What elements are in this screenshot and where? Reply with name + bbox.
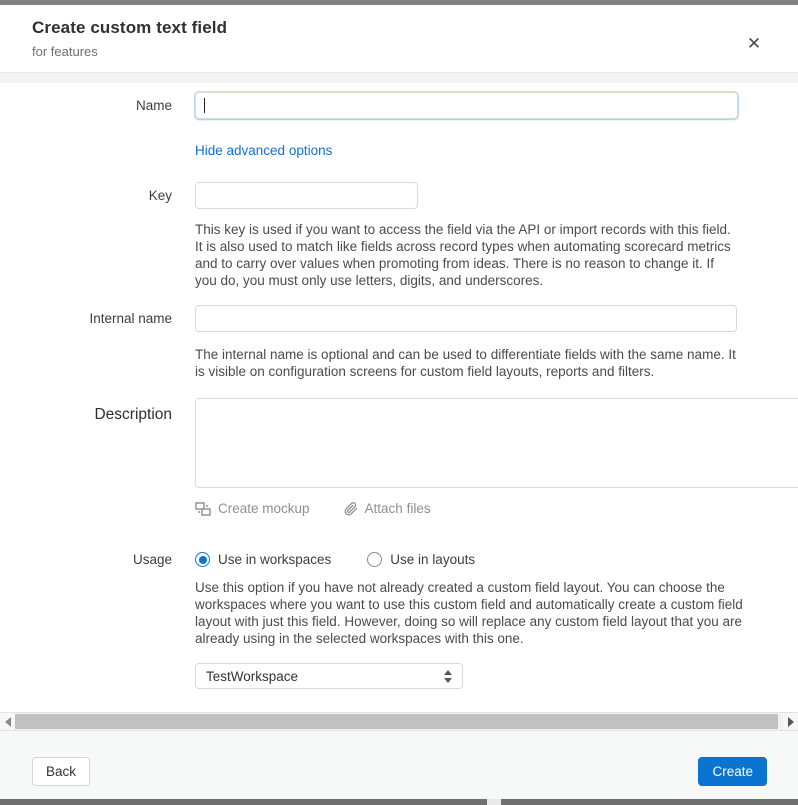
close-icon[interactable]: ✕ bbox=[743, 33, 765, 55]
workspace-select-value: TestWorkspace bbox=[206, 669, 298, 684]
scrollbar-track[interactable] bbox=[15, 713, 783, 730]
modal-header: Create custom text field for features ✕ bbox=[0, 5, 798, 72]
name-row: Name bbox=[0, 92, 798, 119]
usage-label: Usage bbox=[0, 552, 172, 567]
mockup-icon bbox=[195, 502, 211, 516]
text-caret bbox=[204, 98, 205, 113]
workspace-select-row: TestWorkspace bbox=[0, 663, 798, 689]
radio-use-in-workspaces[interactable]: Use in workspaces bbox=[195, 552, 331, 567]
modal-subtitle: for features bbox=[32, 44, 766, 59]
scrollbar-thumb[interactable] bbox=[15, 714, 778, 729]
hide-advanced-options-link[interactable]: Hide advanced options bbox=[195, 143, 332, 158]
create-mockup-button[interactable]: Create mockup bbox=[195, 501, 310, 516]
modal-footer: Back Create bbox=[0, 731, 798, 799]
internal-name-input[interactable] bbox=[195, 305, 737, 332]
internal-name-label: Internal name bbox=[0, 311, 172, 326]
key-input[interactable] bbox=[195, 182, 418, 209]
key-help-row: This key is used if you want to access t… bbox=[0, 221, 798, 289]
scrollbar-right-arrow-icon[interactable] bbox=[783, 713, 798, 730]
page-title: Create custom text field bbox=[32, 18, 766, 38]
radio-unselected-icon[interactable] bbox=[367, 552, 382, 567]
key-label: Key bbox=[0, 188, 172, 203]
radio-selected-icon[interactable] bbox=[195, 552, 210, 567]
scrollbar-left-arrow-icon[interactable] bbox=[0, 713, 15, 730]
description-textarea[interactable] bbox=[195, 398, 798, 488]
radio-use-in-layouts[interactable]: Use in layouts bbox=[367, 552, 475, 567]
usage-row: Usage Use in workspaces Use in layouts bbox=[0, 552, 798, 567]
horizontal-scrollbar[interactable] bbox=[0, 712, 798, 731]
workspace-select[interactable]: TestWorkspace bbox=[195, 663, 463, 689]
page-background-bottom-strip bbox=[0, 799, 798, 805]
description-toolbar: Create mockup Attach files bbox=[195, 501, 798, 516]
internal-name-help-text: The internal name is optional and can be… bbox=[195, 346, 741, 380]
key-row: Key bbox=[0, 182, 798, 209]
name-label: Name bbox=[0, 98, 172, 113]
description-toolbar-row: Create mockup Attach files bbox=[0, 501, 798, 516]
usage-radio-group: Use in workspaces Use in layouts bbox=[195, 552, 798, 567]
header-divider bbox=[0, 72, 798, 83]
name-input[interactable] bbox=[195, 92, 738, 119]
key-help-text: This key is used if you want to access t… bbox=[195, 221, 737, 289]
usage-help-row: Use this option if you have not already … bbox=[0, 579, 798, 647]
select-stepper-icon bbox=[444, 670, 452, 683]
internal-name-help-row: The internal name is optional and can be… bbox=[0, 346, 798, 380]
usage-help-text: Use this option if you have not already … bbox=[195, 579, 773, 647]
create-button[interactable]: Create bbox=[698, 757, 767, 786]
back-button[interactable]: Back bbox=[32, 757, 90, 786]
description-label: Description bbox=[0, 398, 172, 424]
paperclip-icon bbox=[344, 502, 358, 516]
create-custom-field-modal: Create custom text field for features ✕ … bbox=[0, 0, 798, 805]
internal-name-row: Internal name bbox=[0, 305, 798, 332]
attach-files-button[interactable]: Attach files bbox=[344, 501, 431, 516]
advanced-options-row: Hide advanced options bbox=[0, 142, 798, 160]
modal-body: Name Hide advanced options Key Th bbox=[0, 83, 798, 712]
description-row: Description bbox=[0, 398, 798, 493]
